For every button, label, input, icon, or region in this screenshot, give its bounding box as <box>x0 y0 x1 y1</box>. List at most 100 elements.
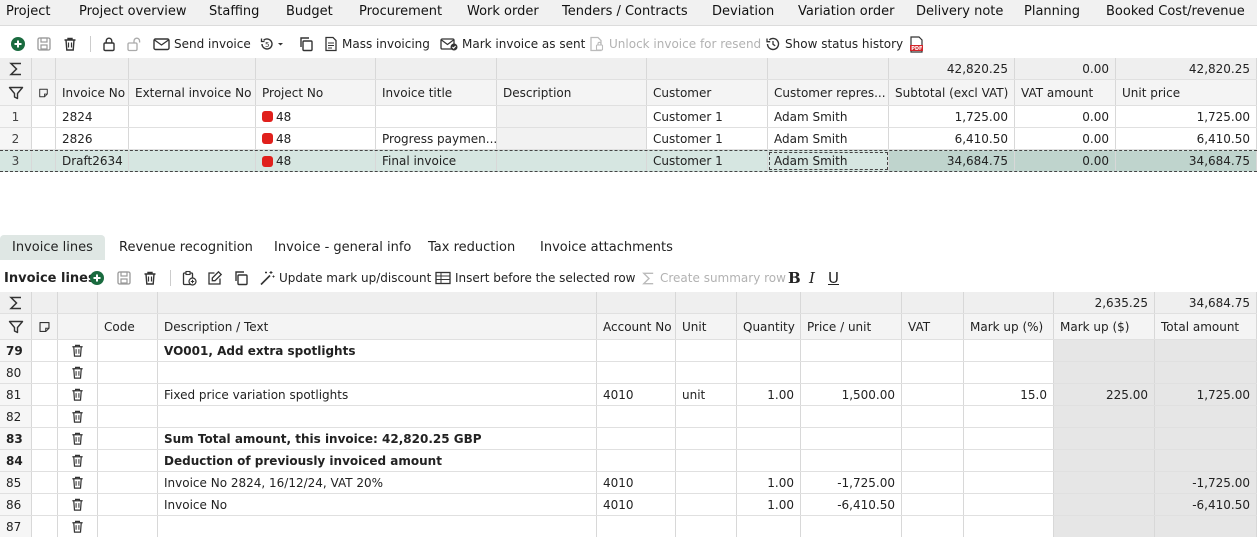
tab-tax-reduction[interactable]: Tax reduction <box>416 235 527 260</box>
cell-external-invoice-no[interactable] <box>129 106 256 127</box>
cell-subtotal[interactable]: 34,684.75 <box>889 151 1015 171</box>
unlock-invoice-resend-button[interactable]: Unlock invoice for resend <box>589 35 761 53</box>
col-description-text[interactable]: Description / Text <box>158 314 597 339</box>
cell-account-no[interactable] <box>597 516 676 537</box>
cell-account-no[interactable]: 4010 <box>597 472 676 493</box>
underline-button[interactable]: U <box>828 269 839 287</box>
cell-vat[interactable] <box>902 340 964 361</box>
cell-quantity[interactable] <box>737 362 801 383</box>
menu-budget[interactable]: Budget <box>286 4 333 19</box>
cell-description-text[interactable]: VO001, Add extra spotlights <box>158 340 597 361</box>
trash-icon[interactable] <box>70 365 85 380</box>
table-row[interactable]: 80 <box>0 362 1257 384</box>
cell-total-amount[interactable] <box>1155 340 1257 361</box>
cell-total-amount[interactable]: -1,725.00 <box>1155 472 1257 493</box>
col-vat[interactable]: VAT <box>902 314 964 339</box>
copy-line-button[interactable] <box>233 269 253 287</box>
cell-code[interactable] <box>98 450 158 471</box>
cell-markup-amount[interactable] <box>1054 340 1155 361</box>
cell-unit[interactable] <box>676 516 737 537</box>
cell-account-no[interactable] <box>597 428 676 449</box>
cell-vat[interactable] <box>902 450 964 471</box>
menu-deviation[interactable]: Deviation <box>712 4 774 19</box>
cell-project-no[interactable]: 48 <box>256 128 376 149</box>
row-delete-cell[interactable] <box>58 362 98 383</box>
row-note-cell[interactable] <box>32 428 58 449</box>
add-button[interactable] <box>10 35 30 53</box>
col-total-amount[interactable]: Total amount <box>1155 314 1257 339</box>
cell-markup-percent[interactable] <box>964 340 1054 361</box>
cell-account-no[interactable]: 4010 <box>597 384 676 405</box>
col-description[interactable]: Description <box>497 80 647 105</box>
table-row[interactable]: 83 Sum Total amount, this invoice: 42,820… <box>0 428 1257 450</box>
cell-vat[interactable] <box>902 362 964 383</box>
insert-before-selected-row-button[interactable]: Insert before the selected row <box>435 269 635 287</box>
table-row[interactable]: 85 Invoice No 2824, 16/12/24, VAT 20% 4010… <box>0 472 1257 494</box>
cell-code[interactable] <box>98 362 158 383</box>
menu-tenders-contracts[interactable]: Tenders / Contracts <box>562 4 688 19</box>
row-note-cell[interactable] <box>32 340 58 361</box>
col-project-no[interactable]: Project No <box>256 80 376 105</box>
edit-button[interactable] <box>207 269 227 287</box>
cell-unit-price[interactable]: 34,684.75 <box>1116 151 1257 171</box>
table-row[interactable]: 82 <box>0 406 1257 428</box>
cell-description-text[interactable] <box>158 406 597 427</box>
cell-markup-amount[interactable] <box>1054 516 1155 537</box>
trash-icon[interactable] <box>70 387 85 402</box>
cell-vat[interactable] <box>902 406 964 427</box>
cell-unit[interactable] <box>676 472 737 493</box>
row-delete-cell[interactable] <box>58 472 98 493</box>
menu-project[interactable]: Project <box>6 4 50 19</box>
trash-icon[interactable] <box>70 497 85 512</box>
cell-project-no[interactable]: 48 <box>256 106 376 127</box>
row-delete-cell[interactable] <box>58 516 98 537</box>
cell-customer-representative[interactable]: Adam Smith <box>768 106 889 127</box>
table-row[interactable]: 87 <box>0 516 1257 537</box>
cell-markup-percent[interactable] <box>964 450 1054 471</box>
row-delete-cell[interactable] <box>58 340 98 361</box>
col-markup-amount[interactable]: Mark up ($) <box>1054 314 1155 339</box>
save-button[interactable] <box>36 35 56 53</box>
cell-code[interactable] <box>98 340 158 361</box>
row-note-cell[interactable] <box>32 362 58 383</box>
cell-quantity[interactable]: 1.00 <box>737 472 801 493</box>
cell-code[interactable] <box>98 428 158 449</box>
cell-description-text[interactable]: Invoice No <box>158 494 597 515</box>
trash-icon[interactable] <box>70 475 85 490</box>
cell-quantity[interactable]: 1.00 <box>737 494 801 515</box>
cell-description-text[interactable]: Deduction of previously invoiced amount <box>158 450 597 471</box>
show-status-history-button[interactable]: Show status history <box>765 35 903 53</box>
cell-markup-amount[interactable] <box>1054 406 1155 427</box>
cell-customer[interactable]: Customer 1 <box>647 106 768 127</box>
cell-subtotal[interactable]: 6,410.50 <box>889 128 1015 149</box>
row-delete-cell[interactable] <box>58 494 98 515</box>
col-invoice-no[interactable]: Invoice No <box>56 80 129 105</box>
cell-customer[interactable]: Customer 1 <box>647 151 768 171</box>
paste-add-button[interactable] <box>181 269 201 287</box>
cell-price-per-unit[interactable]: -6,410.50 <box>801 494 902 515</box>
trash-icon[interactable] <box>70 343 85 358</box>
cell-markup-amount[interactable] <box>1054 362 1155 383</box>
delete-lines-button[interactable] <box>142 269 162 287</box>
cell-unit[interactable] <box>676 494 737 515</box>
cell-invoice-no[interactable]: 2824 <box>56 106 129 127</box>
update-markup-discount-button[interactable]: Update mark up/discount <box>259 269 431 287</box>
cell-markup-amount[interactable] <box>1054 428 1155 449</box>
cell-description-text[interactable] <box>158 362 597 383</box>
tab-invoice-attachments[interactable]: Invoice attachments <box>528 235 685 260</box>
cell-project-no[interactable]: 48 <box>256 151 376 171</box>
cell-markup-amount[interactable] <box>1054 450 1155 471</box>
cell-invoice-title[interactable]: Progress paymen... <box>376 128 497 149</box>
cell-unit[interactable] <box>676 428 737 449</box>
cell-invoice-title[interactable] <box>376 106 497 127</box>
tab-revenue-recognition[interactable]: Revenue recognition <box>107 235 265 260</box>
create-summary-row-button[interactable]: Create summary row <box>641 269 786 287</box>
row-delete-cell[interactable] <box>58 406 98 427</box>
col-account-no[interactable]: Account No <box>597 314 676 339</box>
cell-markup-percent[interactable] <box>964 516 1054 537</box>
table-row[interactable]: 86 Invoice No 4010 1.00 -6,410.50 -6,410.50 <box>0 494 1257 516</box>
cell-markup-percent[interactable] <box>964 428 1054 449</box>
col-external-invoice-no[interactable]: External invoice No <box>129 80 256 105</box>
tab-invoice-lines[interactable]: Invoice lines <box>0 235 105 260</box>
cell-total-amount[interactable] <box>1155 428 1257 449</box>
